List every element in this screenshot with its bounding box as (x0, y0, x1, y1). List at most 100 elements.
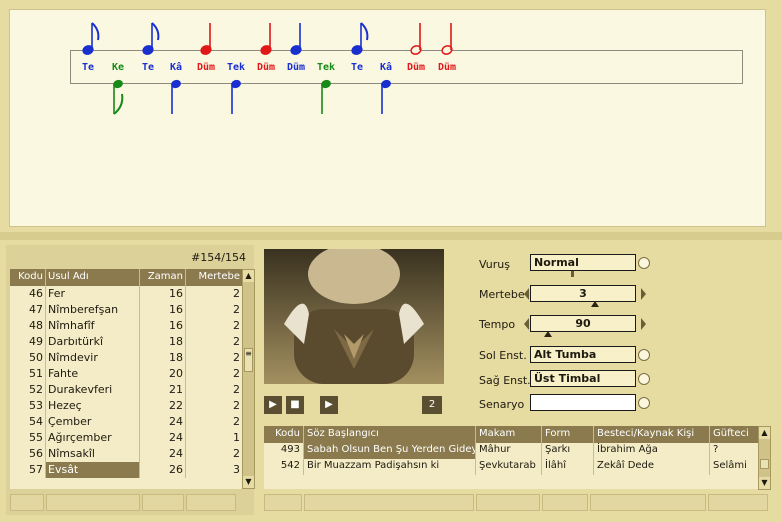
list-cell: Nîmhafîf (46, 318, 140, 334)
status-cell (708, 494, 768, 511)
mertebe-slider[interactable] (530, 301, 638, 311)
panel-divider (0, 232, 782, 240)
col-mertebe[interactable]: Mertebe (186, 269, 242, 286)
syllable-label: Düm (256, 62, 276, 73)
upper-note (200, 23, 212, 55)
songs-scrollbar[interactable]: ▲ ▼ (758, 426, 771, 490)
list-cell: 46 (10, 286, 46, 302)
status-cell (46, 494, 140, 511)
list-cell: 1 (233, 431, 240, 444)
list-cell: Nîmsakîl (46, 446, 140, 462)
tempo-field[interactable]: 90 (530, 315, 636, 332)
record-counter: #154/154 (191, 251, 246, 264)
scroll-thumb[interactable] (760, 459, 769, 469)
next-button[interactable]: ▶ (320, 396, 338, 414)
vurus-knob-icon[interactable] (638, 257, 650, 269)
list-cell: 2 (233, 367, 240, 380)
list-cell: 51 (10, 366, 46, 382)
songs-table-header: Kodu Söz Başlangıcı Makam Form Besteci/K… (264, 426, 758, 443)
syllable-label: Düm (196, 62, 216, 73)
vurus-slider[interactable] (530, 271, 638, 281)
list-cell: Nîmdevir (46, 350, 140, 366)
list-cell: 21 (140, 382, 186, 398)
lower-note (381, 79, 391, 114)
senaryo-knob-icon[interactable] (638, 397, 650, 409)
list-item[interactable]: 47 Nîmberefşan 16 2 (10, 302, 242, 318)
list-item[interactable]: 54 Çember 24 2 (10, 414, 242, 430)
list-cell: 24 (140, 430, 186, 446)
list-item[interactable]: 49 Darbıtürkî 18 2 (10, 334, 242, 350)
list-item[interactable]: 52 Durakevferi 21 2 (10, 382, 242, 398)
syllable-label: Kâ (379, 62, 393, 73)
lower-note (171, 79, 181, 114)
upper-note (410, 23, 422, 55)
list-item[interactable]: 53 Hezeç 22 2 (10, 398, 242, 414)
repeat-button[interactable]: 2 (422, 396, 442, 414)
stop-button[interactable]: ■ (286, 396, 304, 414)
list-item[interactable]: 57 Evsât 26 3 (10, 462, 242, 478)
status-cell (10, 494, 44, 511)
usul-list-body: 46 Fer 16 2 47 Nîmberefşan 16 2 48 Nîmhafîf 16 2 49 D… (10, 286, 242, 489)
col-zaman[interactable]: Zaman (140, 269, 186, 286)
sol-enst-knob-icon[interactable] (638, 349, 650, 361)
list-item[interactable]: 56 Nîmsakîl 24 2 (10, 446, 242, 462)
list-cell: Fahte (46, 366, 140, 382)
sag-enst-knob-icon[interactable] (638, 373, 650, 385)
list-item[interactable]: 55 Ağırçember 24 1 (10, 430, 242, 446)
vurus-field[interactable]: Normal (530, 254, 636, 271)
syllable-label: Ke (111, 62, 125, 73)
list-cell: 2 (233, 415, 240, 428)
lower-note (113, 79, 124, 115)
list-item[interactable]: 51 Fahte 20 2 (10, 366, 242, 382)
list-item[interactable]: 50 Nîmdevir 18 2 (10, 350, 242, 366)
sag-enst-field[interactable]: Üst Timbal (530, 370, 636, 387)
upper-note (351, 22, 369, 55)
mertebe-field[interactable]: 3 (530, 285, 636, 302)
table-row[interactable]: 542 Bir Muazzam Padişahsın ki Şevkutarab İl… (264, 459, 758, 475)
songs-table-body: 493 Sabah Olsun Ben Şu Yerden Gideyim Mâhu… (264, 443, 758, 489)
usul-list-scrollbar[interactable]: ▲ ≡ ▼ (242, 269, 255, 489)
col-besteci[interactable]: Besteci/Kaynak Kişi (594, 426, 710, 443)
list-cell: 3 (233, 463, 240, 476)
sag-enst-label: Sağ Enst. (479, 374, 531, 387)
scroll-down-icon[interactable]: ▼ (759, 477, 770, 489)
senaryo-label: Senaryo (479, 398, 525, 411)
status-cell (590, 494, 706, 511)
list-cell: 2 (233, 351, 240, 364)
scroll-up-icon[interactable]: ▲ (243, 270, 254, 282)
list-cell: 2 (233, 303, 240, 316)
songs-status-bar (264, 494, 768, 511)
play-button[interactable]: ▶ (264, 396, 282, 414)
list-item[interactable]: 48 Nîmhafîf 16 2 (10, 318, 242, 334)
list-cell: 49 (10, 334, 46, 350)
col-kodu[interactable]: Kodu (264, 426, 304, 443)
col-gufteci[interactable]: Güfteci (710, 426, 758, 443)
tempo-slider[interactable] (530, 331, 638, 341)
senaryo-field[interactable] (530, 394, 636, 411)
col-form[interactable]: Form (542, 426, 594, 443)
col-makam[interactable]: Makam (476, 426, 542, 443)
syllable-label: Te (141, 62, 155, 73)
list-cell: Çember (46, 414, 140, 430)
list-cell: 47 (10, 302, 46, 318)
col-kodu[interactable]: Kodu (10, 269, 46, 286)
list-cell: Durakevferi (46, 382, 140, 398)
scroll-thumb[interactable]: ≡ (244, 348, 253, 372)
table-cell: Sabah Olsun Ben Şu Yerden Gideyim (304, 443, 476, 459)
table-row[interactable]: 493 Sabah Olsun Ben Şu Yerden Gideyim Mâhu… (264, 443, 758, 459)
sol-enst-field[interactable]: Alt Tumba (530, 346, 636, 363)
scroll-down-icon[interactable]: ▼ (243, 476, 254, 488)
vurus-label: Vuruş (479, 258, 510, 271)
list-cell: 16 (140, 302, 186, 318)
syllable-label: Düm (406, 62, 426, 73)
syllable-label: Te (350, 62, 364, 73)
scroll-up-icon[interactable]: ▲ (759, 427, 770, 439)
upper-note (290, 23, 302, 55)
notes-layer (82, 22, 453, 115)
list-cell: 18 (140, 334, 186, 350)
list-item[interactable]: 46 Fer 16 2 (10, 286, 242, 302)
col-soz[interactable]: Söz Başlangıcı (304, 426, 476, 443)
syllable-label: Düm (286, 62, 306, 73)
list-cell: Hezeç (46, 398, 140, 414)
col-usul-adi[interactable]: Usul Adı (46, 269, 140, 286)
